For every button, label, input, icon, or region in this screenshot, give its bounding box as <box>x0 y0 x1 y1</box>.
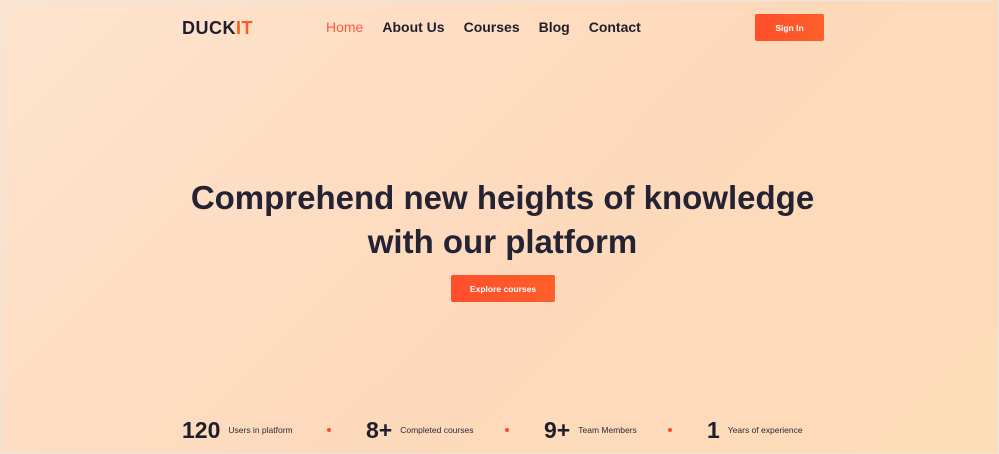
hero-headline: Comprehend new heights of knowledge with… <box>1 176 998 264</box>
landing-page: DUCKIT Home About Us Courses Blog Contac… <box>1 1 998 453</box>
nav-courses-link[interactable]: Courses <box>464 19 520 36</box>
stat-separator-dot <box>668 428 672 432</box>
stat-courses: 8+ Completed courses <box>366 415 473 445</box>
stat-value: 1 <box>707 416 720 443</box>
stat-label: Users in platform <box>228 425 293 435</box>
stat-label: Completed courses <box>400 425 474 435</box>
brand-logo[interactable]: DUCKIT <box>182 18 253 39</box>
stat-label: Years of experience <box>727 425 803 435</box>
stat-experience: 1 Years of experience <box>707 415 803 445</box>
main-nav: Home About Us Courses Blog Contact <box>326 19 660 36</box>
stat-label: Team Members <box>578 425 637 435</box>
stat-separator-dot <box>327 428 331 432</box>
stat-team: 9+ Team Members <box>544 415 637 445</box>
stat-users: 120 Users in platform <box>182 415 293 445</box>
stat-value: 120 <box>182 416 221 443</box>
nav-about-link[interactable]: About Us <box>382 19 444 36</box>
logo-accent-text: IT <box>236 18 253 38</box>
nav-blog-link[interactable]: Blog <box>539 19 570 36</box>
stat-separator-dot <box>505 428 509 432</box>
stat-value: 8+ <box>366 416 393 443</box>
stat-value: 9+ <box>544 416 571 443</box>
logo-text: DUCK <box>182 18 236 38</box>
explore-courses-button[interactable]: Explore courses <box>451 275 555 302</box>
sign-in-button[interactable]: Sign In <box>755 14 824 41</box>
hero-headline-line-2: with our platform <box>367 223 638 260</box>
nav-contact-link[interactable]: Contact <box>589 19 641 36</box>
hero-headline-line-1: Comprehend new heights of knowledge <box>190 179 815 216</box>
nav-home-link[interactable]: Home <box>326 19 363 36</box>
